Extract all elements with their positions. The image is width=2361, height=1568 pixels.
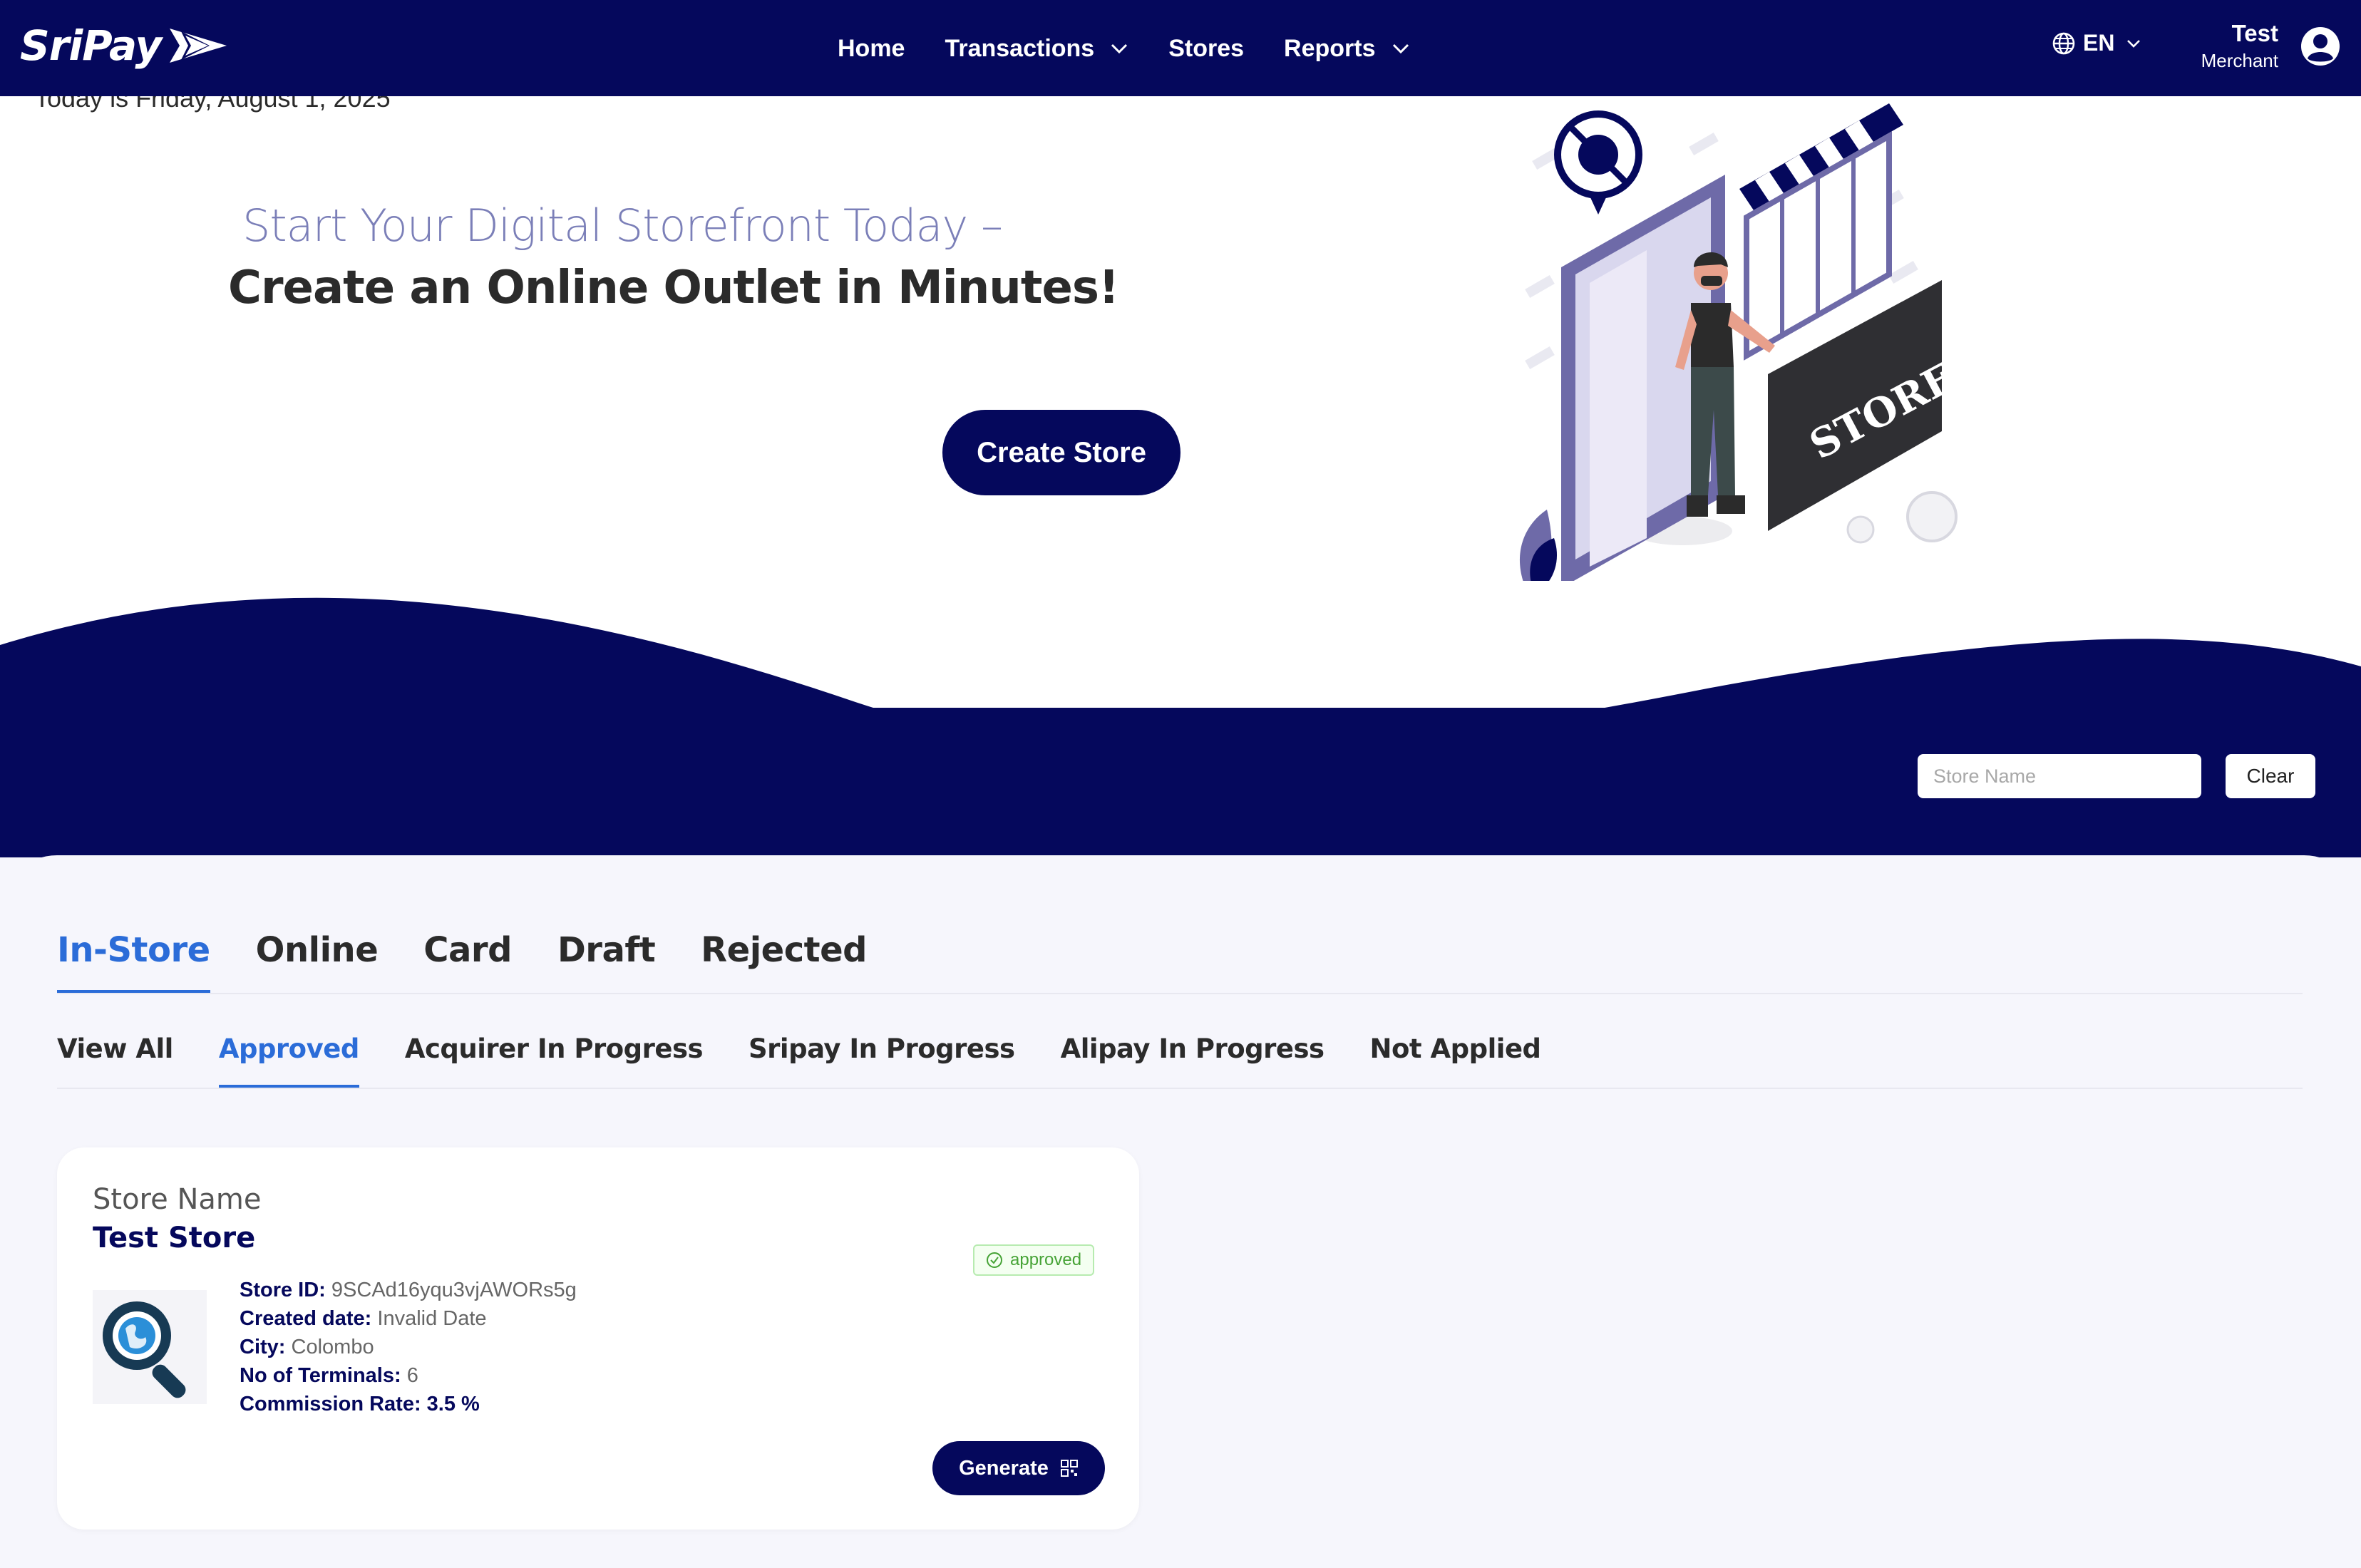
- store-type-tabs: In-Store Online Card Draft Rejected: [57, 930, 2303, 994]
- nav-home-label: Home: [838, 34, 905, 62]
- tab-card[interactable]: Card: [423, 930, 512, 993]
- nav-home[interactable]: Home: [838, 35, 905, 63]
- chevron-down-icon: [1111, 43, 1128, 54]
- clear-button[interactable]: Clear: [2226, 754, 2315, 798]
- user-name: Test: [2231, 20, 2278, 46]
- subtab-not-applied[interactable]: Not Applied: [1370, 1033, 1542, 1088]
- hero-title: Create an Online Outlet in Minutes!: [228, 262, 1119, 314]
- language-selector[interactable]: EN: [2052, 30, 2141, 56]
- tab-rejected[interactable]: Rejected: [701, 930, 867, 993]
- status-text: approved: [1010, 1250, 1082, 1269]
- language-label: EN: [2083, 30, 2115, 56]
- nav-reports-label: Reports: [1284, 34, 1376, 62]
- user-circle-icon[interactable]: [2300, 26, 2341, 67]
- created-date-value: Invalid Date: [377, 1307, 487, 1330]
- user-role: Merchant: [2201, 50, 2278, 71]
- store-search-icon: [93, 1290, 207, 1404]
- today-date: Today is Friday, August 1, 2025: [34, 96, 391, 113]
- subtab-alipay-in-progress[interactable]: Alipay In Progress: [1061, 1033, 1324, 1088]
- nav-reports[interactable]: Reports: [1284, 35, 1409, 63]
- sripay-logo-arrow-icon: [170, 29, 227, 63]
- chevron-down-icon: [2127, 39, 2141, 48]
- store-search-input[interactable]: [1918, 754, 2201, 798]
- tab-draft[interactable]: Draft: [557, 930, 656, 993]
- chevron-down-icon: [1392, 43, 1409, 54]
- store-card[interactable]: Store Name Test Store approved Store ID:…: [57, 1147, 1139, 1530]
- store-id-row: Store ID: 9SCAd16yqu3vjAWORs5g: [240, 1276, 577, 1304]
- tab-online[interactable]: Online: [256, 930, 379, 993]
- nav-transactions[interactable]: Transactions: [945, 35, 1128, 63]
- created-date-row: Created date: Invalid Date: [240, 1304, 577, 1333]
- commission-row: Commission Rate: 3.5 %: [240, 1390, 577, 1418]
- subtab-view-all[interactable]: View All: [57, 1033, 173, 1088]
- generate-qr-button[interactable]: Generate: [932, 1441, 1105, 1495]
- globe-icon: [2052, 32, 2075, 54]
- store-search: [1918, 754, 2201, 798]
- store-name: Test Store: [93, 1222, 256, 1254]
- status-subtabs: View All Approved Acquirer In Progress S…: [57, 1033, 2303, 1089]
- terminals-row: No of Terminals: 6: [240, 1361, 577, 1390]
- city-row: City: Colombo: [240, 1333, 577, 1361]
- store-id-value: 9SCAd16yqu3vjAWORs5g: [331, 1279, 577, 1301]
- terminals-value: 6: [406, 1364, 418, 1387]
- generate-label: Generate: [959, 1456, 1049, 1480]
- main-nav: Home Transactions Stores Reports: [838, 27, 1410, 70]
- subtab-sripay-in-progress[interactable]: Sripay In Progress: [749, 1033, 1015, 1088]
- hero-subtitle: Start Your Digital Storefront Today –: [242, 200, 1003, 252]
- qr-code-icon: [1060, 1460, 1078, 1477]
- storefront-illustration: STORE: [1520, 103, 1963, 581]
- status-badge: approved: [973, 1244, 1095, 1276]
- nav-stores[interactable]: Stores: [1168, 35, 1244, 63]
- brand-logo[interactable]: SriPay: [20, 17, 228, 74]
- user-info[interactable]: Test Merchant: [2193, 19, 2278, 73]
- store-id-key: Store ID:: [240, 1279, 326, 1301]
- store-details: Store ID: 9SCAd16yqu3vjAWORs5g Created d…: [240, 1276, 577, 1418]
- create-store-button[interactable]: Create Store: [942, 410, 1180, 495]
- commission-value: 3.5 %: [426, 1393, 480, 1415]
- stores-panel: In-Store Online Card Draft Rejected View…: [0, 855, 2361, 1568]
- commission-key: Commission Rate:: [240, 1393, 421, 1415]
- top-navbar: SriPay Home Transactions Stores Reports: [0, 0, 2361, 96]
- check-circle-icon: [987, 1252, 1002, 1268]
- created-date-key: Created date:: [240, 1307, 372, 1330]
- subtab-approved[interactable]: Approved: [218, 1033, 359, 1088]
- subtab-acquirer-in-progress[interactable]: Acquirer In Progress: [405, 1033, 704, 1088]
- terminals-key: No of Terminals:: [240, 1364, 401, 1387]
- city-value: Colombo: [291, 1336, 374, 1358]
- tab-in-store[interactable]: In-Store: [57, 930, 210, 993]
- brand-name: SriPay: [20, 21, 162, 70]
- nav-transactions-label: Transactions: [945, 34, 1095, 62]
- nav-stores-label: Stores: [1168, 34, 1245, 62]
- store-name-label: Store Name: [93, 1183, 262, 1216]
- city-key: City:: [240, 1336, 286, 1358]
